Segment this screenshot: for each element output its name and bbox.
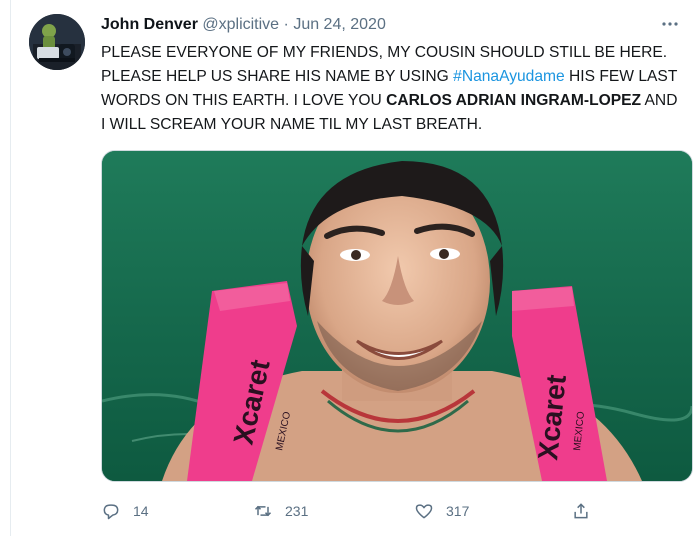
share-button[interactable]	[571, 497, 591, 525]
avatar[interactable]	[29, 14, 85, 70]
retweet-icon	[254, 505, 272, 517]
tweet-date[interactable]: Jun 24, 2020	[293, 16, 386, 33]
more-horizontal-icon	[662, 22, 678, 26]
like-count: 317	[446, 503, 470, 519]
tweet[interactable]: John Denver @xplicitive · Jun 24, 2020 P…	[0, 0, 700, 536]
tweet-text: PLEASE EVERYONE OF MY FRIENDS, MY COUSIN…	[101, 41, 681, 137]
tweet-photo[interactable]: Xcaret Xcaret MEXICO MEXICO	[101, 150, 693, 482]
author-handle[interactable]: @xplicitive	[202, 16, 279, 33]
reply-button[interactable]: 14	[101, 497, 149, 525]
more-options-button[interactable]	[660, 14, 680, 36]
tweet-text-bold-name: CARLOS ADRIAN INGRAM-LOPEZ	[386, 92, 642, 109]
heart-icon	[415, 504, 433, 519]
reply-count: 14	[133, 503, 149, 519]
tweet-actions: 14 231 317	[101, 497, 691, 525]
reply-icon	[103, 504, 119, 520]
header-separator: ·	[283, 16, 289, 33]
like-button[interactable]: 317	[414, 497, 469, 525]
photo-illustration: Xcaret Xcaret MEXICO MEXICO	[102, 151, 692, 481]
tweet-header: John Denver @xplicitive · Jun 24, 2020	[101, 14, 680, 36]
retweet-button[interactable]: 231	[253, 497, 308, 525]
hashtag-link[interactable]: #NanaAyudame	[453, 68, 565, 85]
author-name[interactable]: John Denver	[101, 16, 198, 33]
share-icon	[574, 503, 588, 519]
retweet-count: 231	[285, 503, 309, 519]
avatar-image	[29, 14, 85, 70]
